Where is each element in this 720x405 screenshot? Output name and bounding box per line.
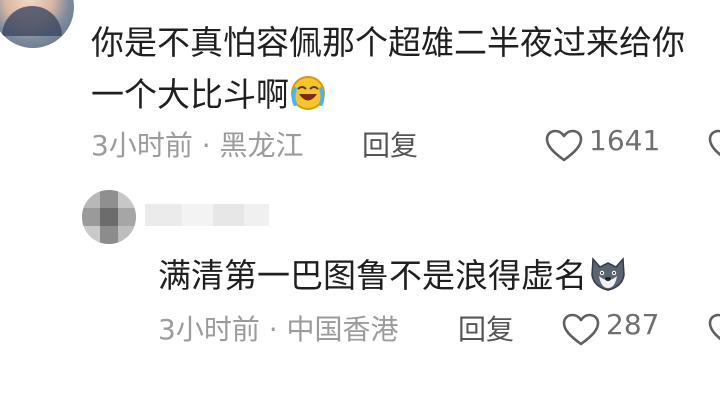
- comment-text-line-2: 一个大比斗啊: [91, 69, 327, 127]
- reply-username-blurred[interactable]: [145, 204, 269, 226]
- reply-avatar[interactable]: [82, 190, 136, 244]
- reply-like-count: 287: [606, 308, 660, 341]
- comment-like-heart-icon[interactable]: [545, 129, 583, 163]
- comment-like-count: 1641: [589, 124, 661, 157]
- reply-reply-button[interactable]: 回复: [458, 308, 514, 348]
- comment-time-location: 3小时前 · 黑龙江: [91, 129, 304, 162]
- reply-text-content: 满清第一巴图鲁不是浪得虚名: [158, 256, 587, 295]
- comment-text-line-1: 你是不真怕容佩那个超雄二半夜过来给你: [91, 23, 685, 62]
- wolf-face-icon: [587, 253, 629, 308]
- adjacent-heart-icon[interactable]: [708, 129, 720, 163]
- commenter-avatar[interactable]: [0, 0, 74, 48]
- adjacent-heart-icon[interactable]: [708, 313, 720, 347]
- comment-text-line-2-text: 一个大比斗啊: [91, 75, 289, 114]
- reply-like-heart-icon[interactable]: [562, 313, 600, 347]
- comment-reply-button[interactable]: 回复: [362, 124, 418, 164]
- reply-text: 满清第一巴图鲁不是浪得虚名: [158, 250, 629, 308]
- reply-time-location: 3小时前 · 中国香港: [158, 313, 399, 346]
- laughing-crying-icon: [289, 74, 327, 127]
